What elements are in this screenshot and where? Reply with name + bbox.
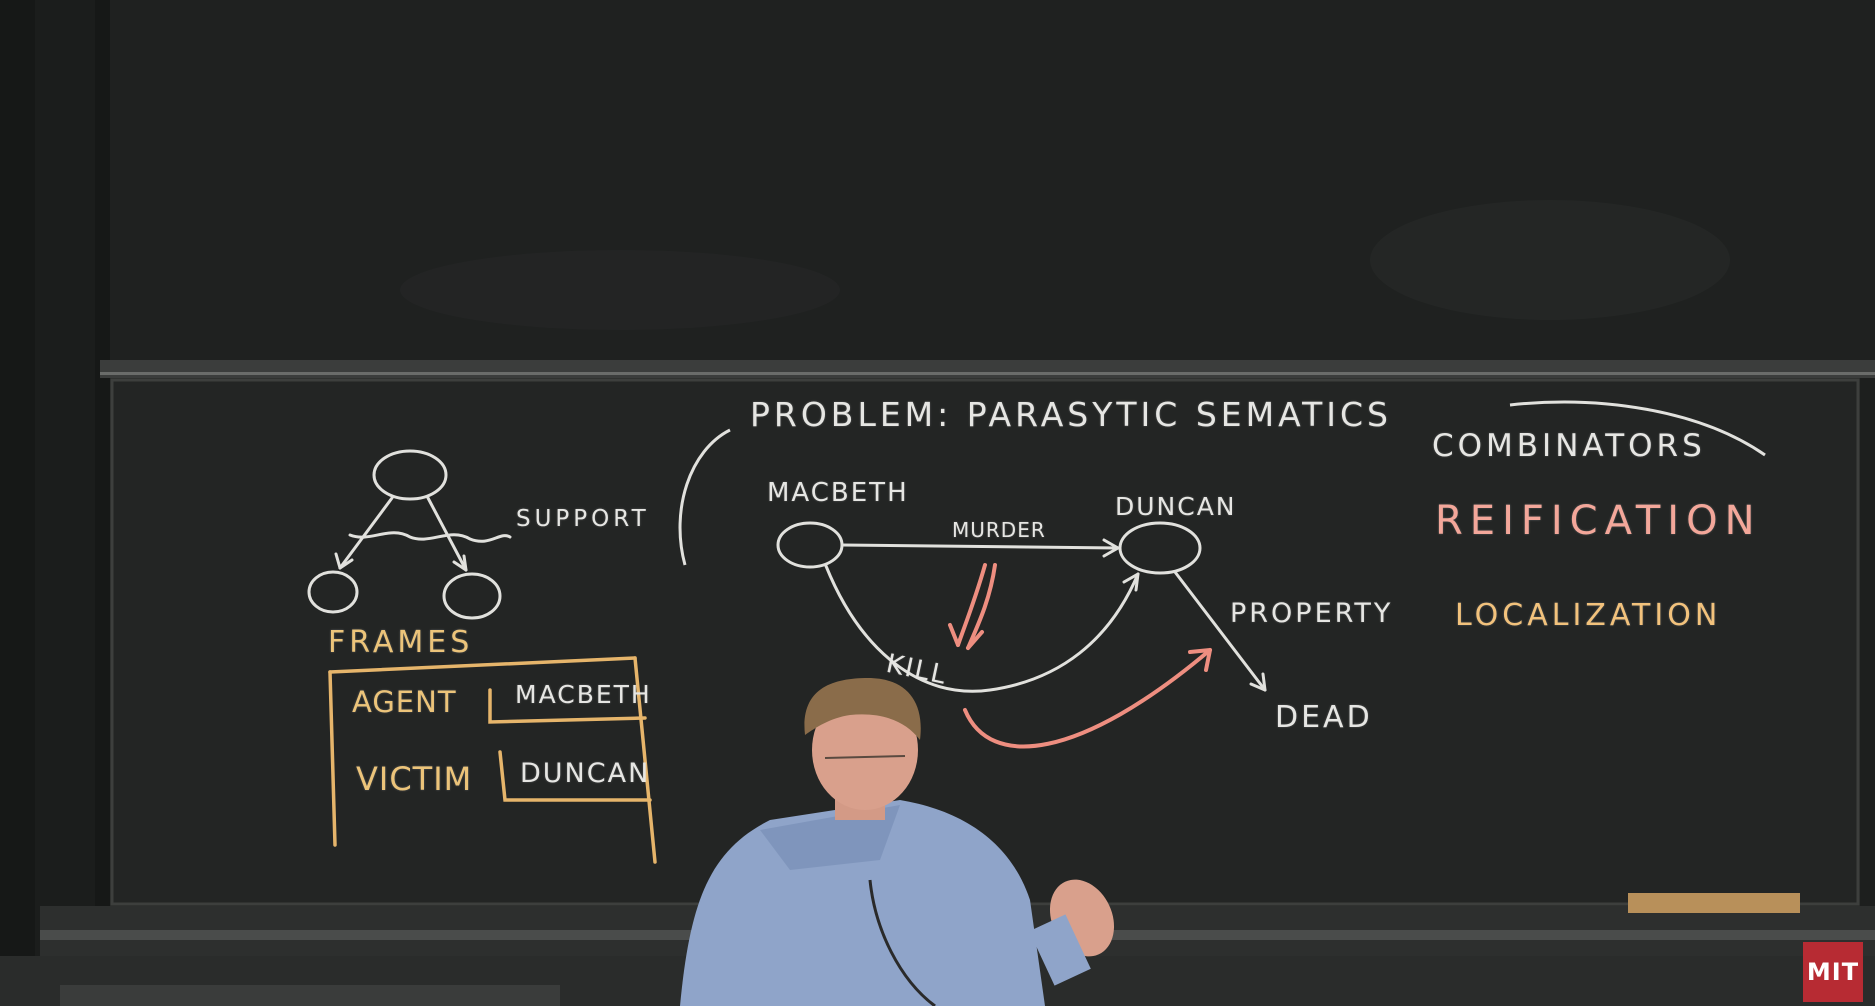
property-edge-label: PROPERTY bbox=[1230, 598, 1394, 629]
support-label: SUPPORT bbox=[516, 506, 650, 532]
localization-text: LOCALIZATION bbox=[1455, 598, 1722, 633]
board-rail bbox=[100, 360, 1875, 378]
frames-label: FRAMES bbox=[328, 625, 474, 660]
victim-value: DUNCAN bbox=[520, 758, 651, 789]
macbeth-node-label: MACBETH bbox=[767, 478, 909, 508]
combinators-text: COMBINATORS bbox=[1432, 428, 1706, 464]
video-frame: PROBLEM: PARASYTIC SEMATICS COMBINATORS … bbox=[0, 0, 1875, 1006]
duncan-node-label: DUNCAN bbox=[1115, 492, 1237, 521]
murder-edge-label: MURDER bbox=[952, 518, 1046, 542]
agent-label: AGENT bbox=[352, 685, 457, 719]
problem-heading: PROBLEM: PARASYTIC SEMATICS bbox=[750, 395, 1392, 434]
mit-logo: MIT bbox=[1803, 942, 1863, 1002]
reification-text: REIFICATION bbox=[1435, 498, 1762, 544]
victim-label: VICTIM bbox=[356, 760, 473, 798]
eraser bbox=[1628, 893, 1800, 913]
agent-value: MACBETH bbox=[515, 680, 652, 709]
dead-node-label: DEAD bbox=[1275, 700, 1373, 735]
